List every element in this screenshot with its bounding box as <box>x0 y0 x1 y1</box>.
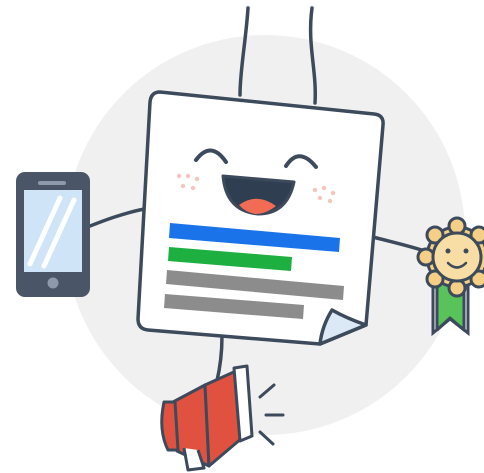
document-mascot-illustration <box>16 6 484 472</box>
illustration-stage <box>0 0 484 473</box>
smartphone-icon <box>16 172 90 297</box>
